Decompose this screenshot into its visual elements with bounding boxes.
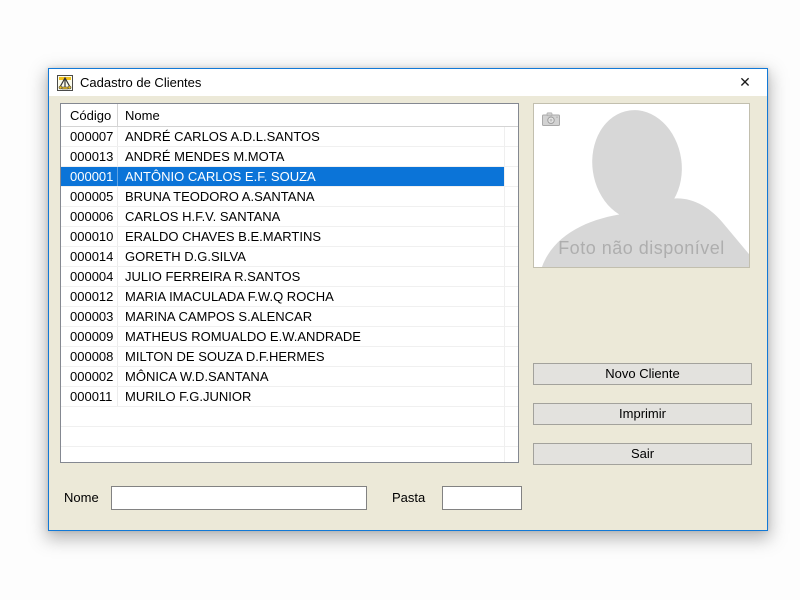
list-header: Código Nome: [61, 104, 518, 127]
cell-nome: MILTON DE SOUZA D.F.HERMES: [118, 347, 518, 366]
table-row[interactable]: 000013ANDRÉ MENDES M.MOTA: [61, 147, 518, 167]
cell-codigo: 000002: [61, 367, 118, 386]
table-row[interactable]: 000011MURILO F.G.JUNIOR: [61, 387, 518, 407]
column-header-nome[interactable]: Nome: [118, 104, 518, 126]
empty-row: [61, 427, 518, 447]
table-row[interactable]: 000002MÔNICA W.D.SANTANA: [61, 367, 518, 387]
cell-codigo: 000004: [61, 267, 118, 286]
cell-nome: ANDRÉ MENDES M.MOTA: [118, 147, 518, 166]
table-row[interactable]: 000014GORETH D.G.SILVA: [61, 247, 518, 267]
cell-nome: GORETH D.G.SILVA: [118, 247, 518, 266]
pasta-input[interactable]: [442, 486, 522, 510]
photo-caption: Foto não disponível: [534, 238, 749, 259]
cell-codigo: 000001: [61, 167, 118, 186]
cell-codigo: 000006: [61, 207, 118, 226]
table-row[interactable]: 000005BRUNA TEODORO A.SANTANA: [61, 187, 518, 207]
title-bar: Cadastro de Clientes ✕: [49, 69, 767, 96]
pasta-label: Pasta: [392, 490, 425, 505]
cell-codigo: 000009: [61, 327, 118, 346]
cell-codigo: 000010: [61, 227, 118, 246]
column-header-codigo[interactable]: Código: [61, 104, 118, 126]
cell-codigo: 000013: [61, 147, 118, 166]
cell-nome: BRUNA TEODORO A.SANTANA: [118, 187, 518, 206]
cell-nome: JULIO FERREIRA R.SANTOS: [118, 267, 518, 286]
camera-icon: [542, 112, 560, 126]
window-title: Cadastro de Clientes: [80, 75, 201, 90]
cell-codigo: 000003: [61, 307, 118, 326]
table-row[interactable]: 000001ANTÔNIO CARLOS E.F. SOUZA: [61, 167, 518, 187]
desktop: { "window": { "title": "Cadastro de Clie…: [0, 0, 800, 600]
empty-row: [61, 407, 518, 427]
table-row[interactable]: 000003MARINA CAMPOS S.ALENCAR: [61, 307, 518, 327]
table-row[interactable]: 000004JULIO FERREIRA R.SANTOS: [61, 267, 518, 287]
cell-nome: CARLOS H.F.V. SANTANA: [118, 207, 518, 226]
cell-nome: MURILO F.G.JUNIOR: [118, 387, 518, 406]
cell-codigo: 000008: [61, 347, 118, 366]
sair-button[interactable]: Sair: [533, 443, 752, 465]
table-row[interactable]: 000006CARLOS H.F.V. SANTANA: [61, 207, 518, 227]
cell-codigo: 000012: [61, 287, 118, 306]
cell-codigo: 000011: [61, 387, 118, 406]
cell-codigo: 000005: [61, 187, 118, 206]
cell-codigo: 000014: [61, 247, 118, 266]
table-row[interactable]: 000007ANDRÉ CARLOS A.D.L.SANTOS: [61, 127, 518, 147]
novo-cliente-button[interactable]: Novo Cliente: [533, 363, 752, 385]
cell-nome: ANDRÉ CARLOS A.D.L.SANTOS: [118, 127, 518, 146]
cell-codigo: 000007: [61, 127, 118, 146]
cell-nome: MARINA CAMPOS S.ALENCAR: [118, 307, 518, 326]
list-body: 000007ANDRÉ CARLOS A.D.L.SANTOS000013AND…: [61, 127, 518, 463]
nome-input[interactable]: [111, 486, 367, 510]
empty-row: [61, 447, 518, 463]
cell-nome: MARIA IMACULADA F.W.Q ROCHA: [118, 287, 518, 306]
cell-nome: ERALDO CHAVES B.E.MARTINS: [118, 227, 518, 246]
app-window: Cadastro de Clientes ✕ Código Nome 00000…: [48, 68, 768, 531]
photo-frame: Foto não disponível: [533, 103, 750, 268]
app-scales-icon: [57, 75, 73, 91]
table-row[interactable]: 000008MILTON DE SOUZA D.F.HERMES: [61, 347, 518, 367]
imprimir-button[interactable]: Imprimir: [533, 403, 752, 425]
grid-line-vertical: [504, 127, 505, 463]
nome-label: Nome: [64, 490, 99, 505]
close-button[interactable]: ✕: [729, 69, 761, 96]
cell-nome: MATHEUS ROMUALDO E.W.ANDRADE: [118, 327, 518, 346]
cell-nome: ANTÔNIO CARLOS E.F. SOUZA: [118, 167, 518, 186]
table-row[interactable]: 000010ERALDO CHAVES B.E.MARTINS: [61, 227, 518, 247]
table-row[interactable]: 000012MARIA IMACULADA F.W.Q ROCHA: [61, 287, 518, 307]
cell-nome: MÔNICA W.D.SANTANA: [118, 367, 518, 386]
client-list[interactable]: Código Nome 000007ANDRÉ CARLOS A.D.L.SAN…: [60, 103, 519, 463]
table-row[interactable]: 000009MATHEUS ROMUALDO E.W.ANDRADE: [61, 327, 518, 347]
